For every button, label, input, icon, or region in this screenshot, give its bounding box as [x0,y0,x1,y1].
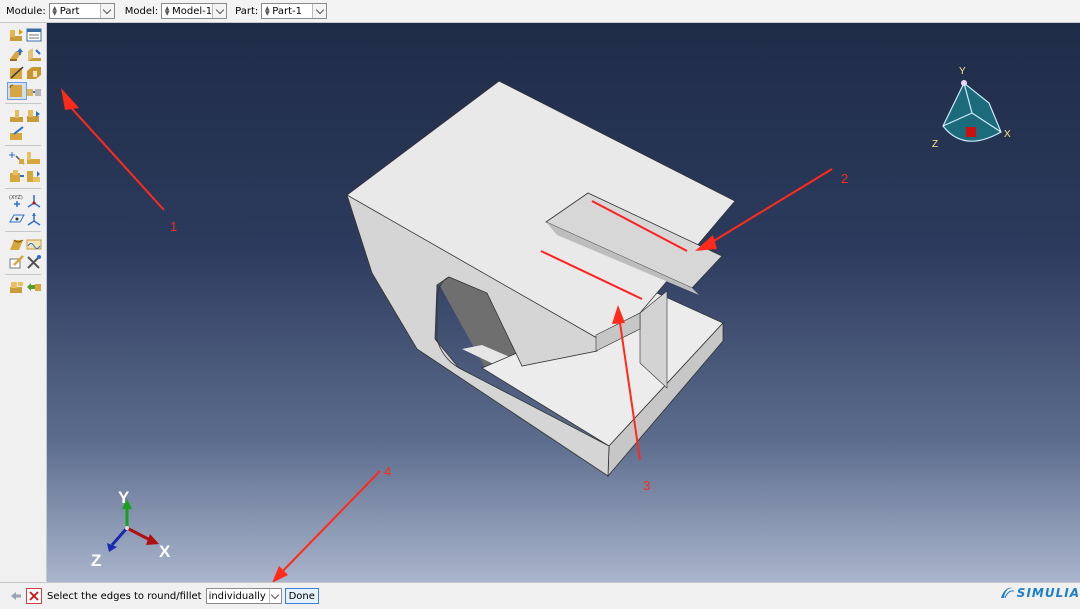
repair-icon[interactable] [8,236,26,252]
simulia-logo: SIMULIA [999,586,1080,600]
selection-mode-select[interactable]: individually [205,588,282,604]
mesh-part-icon[interactable] [25,168,43,184]
annotation-2: 2 [841,171,849,186]
datum-plane-icon[interactable] [8,211,26,227]
annotation-1: 1 [170,219,178,234]
spin-arrows-icon: ▲ ▼ [264,5,270,17]
graphics-viewport[interactable]: Y X Z Y X Z 1 2 3 4 [47,23,1080,582]
tools-icon[interactable] [25,254,43,270]
done-button[interactable]: Done [284,588,319,604]
context-bar: Module: ▲ ▼ Part Model: ▲ ▼ Model-1 Part: … [0,0,1080,23]
ds-logo-icon [1000,587,1014,599]
spin-arrows-icon: ▲ ▼ [52,5,58,17]
prompt-text: Select the edges to round/fillet [47,590,202,602]
view-triad-x-label: X [1004,129,1011,140]
chevron-down-icon[interactable] [99,4,114,18]
spin-arrows-icon: ▲ ▼ [164,5,170,17]
create-partition-icon[interactable] [8,108,26,124]
part-select[interactable]: ▲ ▼ Part-1 [261,3,328,19]
selection-mode-value: individually [208,590,266,602]
axis-triad-z-label: Z [91,551,102,570]
view-triad-z-label: Z [932,139,939,150]
feature-manipulation-icon[interactable] [8,254,26,270]
create-round-fillet-icon[interactable] [7,82,27,100]
create-shell-icon[interactable] [25,47,43,63]
edit-feature-icon[interactable] [8,126,26,142]
query-icon[interactable] [8,150,26,166]
cancel-x-icon[interactable] [26,588,42,604]
part-module-toolbox: (XYZ) [0,23,47,581]
part-value: Part-1 [272,5,302,17]
module-label: Module: [6,5,46,17]
datum-point-icon[interactable]: (XYZ) [8,193,26,209]
model-value: Model-1 [172,5,213,17]
replace-icon[interactable] [25,279,43,295]
axis-triad-x-label: X [159,542,171,561]
axis-triad-y-label: Y [118,488,130,507]
datum-axis-icon[interactable] [25,193,43,209]
module-value: Part [59,5,80,17]
module-select[interactable]: ▲ ▼ Part [48,3,115,19]
attribute-icon[interactable] [8,168,26,184]
view-triad-icon [942,80,1002,142]
svg-text:(XYZ): (XYZ) [9,195,23,201]
model-select[interactable]: ▲ ▼ Model-1 [161,3,228,19]
prompt-area: Select the edges to round/fillet individ… [0,582,1080,609]
create-wire-icon[interactable] [8,65,26,81]
datum-csys-icon[interactable] [25,211,43,227]
part-model-render [61,80,1002,582]
part-manager-icon[interactable] [25,27,43,43]
chevron-down-icon[interactable] [268,589,281,603]
back-arrow-icon[interactable] [9,589,23,603]
wire-repair-icon[interactable] [25,236,43,252]
model-label: Model: [124,5,159,17]
axis-triad-icon [107,499,159,552]
annotation-4: 4 [384,464,392,479]
create-solid-extrude-icon[interactable] [8,47,26,63]
create-chamfer-icon[interactable] [25,83,43,99]
part-instance-icon[interactable] [8,279,26,295]
create-part-icon[interactable] [8,27,26,43]
create-cut-icon[interactable] [25,65,43,81]
chevron-down-icon[interactable] [212,4,227,18]
part-label: Part: [235,5,259,17]
annotation-3: 3 [643,478,651,493]
create-datum-icon[interactable] [25,108,43,124]
create-sketch-icon[interactable] [25,150,43,166]
view-triad-y-label: Y [959,66,966,77]
chevron-down-icon[interactable] [312,4,327,18]
